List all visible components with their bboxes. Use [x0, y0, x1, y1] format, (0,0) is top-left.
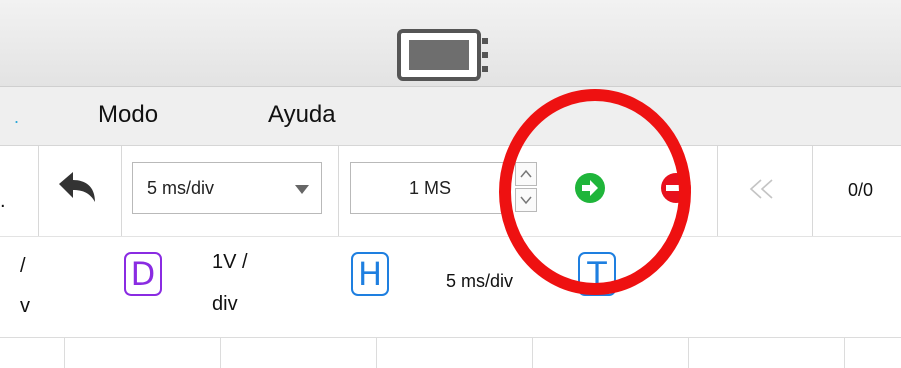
- play-icon[interactable]: [574, 172, 606, 209]
- stop-icon[interactable]: [660, 172, 692, 209]
- toolbar-partial: .: [0, 190, 6, 212]
- waveform-grid: [0, 337, 901, 368]
- channel-partial-scale-line1: /: [20, 255, 26, 277]
- memory-depth-stepper[interactable]: [515, 162, 537, 214]
- toolbar-divider: [717, 146, 718, 236]
- channel-d-button[interactable]: D: [124, 252, 162, 296]
- grid-line: [376, 338, 377, 368]
- toolbar-divider: [812, 146, 813, 236]
- channel-partial-scale-line2: v: [20, 295, 30, 317]
- channel-d-scale-line2: div: [212, 293, 238, 315]
- grid-line: [64, 338, 65, 368]
- grid-line: [532, 338, 533, 368]
- grid-line: [844, 338, 845, 368]
- toolbar-divider: [121, 146, 122, 236]
- menu-modo[interactable]: Modo: [98, 101, 158, 129]
- menu-ayuda[interactable]: Ayuda: [268, 101, 336, 129]
- channel-t-button[interactable]: T: [578, 252, 616, 296]
- channel-d-scale-line1: 1V /: [212, 251, 248, 273]
- memory-depth-field[interactable]: 1 MS: [350, 162, 510, 214]
- menu-item-partial: .: [14, 107, 20, 127]
- device-icon: [396, 28, 496, 89]
- title-bar: [0, 0, 901, 87]
- channel-row: / v D 1V / div H 5 ms/div T: [0, 237, 901, 337]
- chevron-down-icon: [295, 185, 309, 194]
- grid-line: [688, 338, 689, 368]
- channel-h-scale: 5 ms/div: [446, 271, 514, 291]
- toolbar-divider: [338, 146, 339, 236]
- chevron-up-icon: [520, 169, 532, 178]
- rewind-icon[interactable]: [748, 178, 776, 205]
- memory-depth-value: 1 MS: [408, 178, 451, 198]
- toolbar: . 5 ms/div 1 MS 0/0: [0, 146, 901, 237]
- capture-counter: 0/0: [848, 180, 874, 200]
- menu-bar: . Modo Ayuda: [0, 87, 901, 146]
- channel-h-button[interactable]: H: [351, 252, 389, 296]
- toolbar-divider: [38, 146, 39, 236]
- grid-line: [220, 338, 221, 368]
- timebase-value: 5 ms/div: [147, 178, 215, 198]
- spin-down-button[interactable]: [515, 188, 537, 212]
- timebase-select[interactable]: 5 ms/div: [132, 162, 322, 214]
- chevron-down-icon: [520, 196, 532, 205]
- spin-up-button[interactable]: [515, 162, 537, 186]
- undo-icon[interactable]: [55, 168, 99, 215]
